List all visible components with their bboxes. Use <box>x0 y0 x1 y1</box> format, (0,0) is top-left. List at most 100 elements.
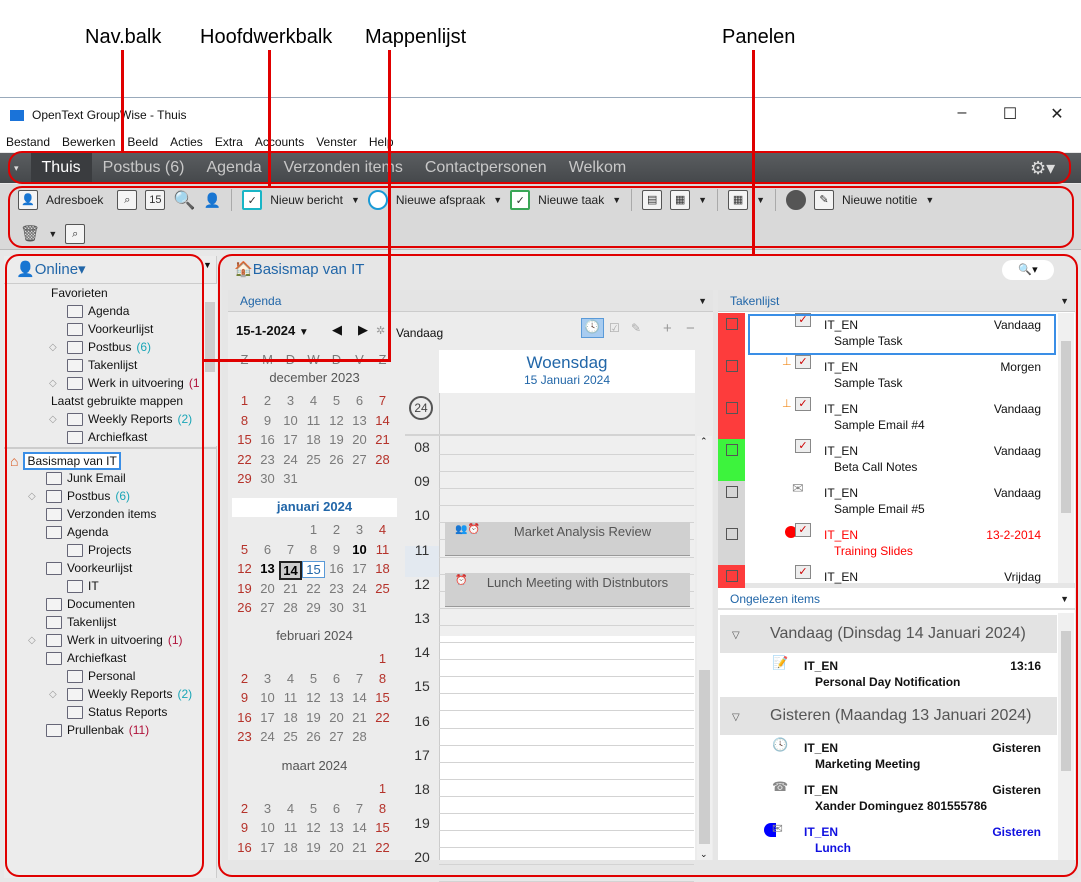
calendar-day[interactable]: 6 <box>348 393 371 408</box>
trash-icon[interactable]: 🗑 <box>20 224 40 244</box>
calendar-day[interactable]: 17 <box>256 710 279 725</box>
unread-group-header[interactable]: ▽ Vandaag (Dinsdag 14 Januari 2024) <box>720 615 1057 653</box>
calendar-day[interactable]: 5 <box>325 393 348 408</box>
menu-extra[interactable]: Extra <box>209 135 249 149</box>
calendar-event[interactable]: ⏰ Lunch Meeting with Distnbutors <box>445 573 690 607</box>
calendar-day[interactable]: 22 <box>302 581 325 596</box>
new-task-icon[interactable]: ✓ <box>510 190 531 210</box>
panel-menu-icon[interactable]: ▼ <box>698 290 707 312</box>
calendar-day[interactable]: 19 <box>325 432 348 447</box>
task-scrollbar[interactable] <box>1058 313 1074 583</box>
minimize-button[interactable]: – <box>947 104 977 122</box>
task-item[interactable]: ✓ IT_EN 13-2-2014 Training Slides <box>718 523 1058 565</box>
menu-beeld[interactable]: Beeld <box>121 135 164 149</box>
calendar-day[interactable]: 24 <box>256 729 279 744</box>
calendar-day[interactable]: 13 <box>256 561 279 576</box>
menu-accounts[interactable]: Accounts <box>249 135 310 149</box>
folder-item[interactable]: Personal <box>67 669 135 683</box>
next-day-button[interactable]: ▶ <box>358 322 368 338</box>
calendar-day[interactable]: 23 <box>233 729 256 744</box>
find-user-icon[interactable]: 👤 <box>204 192 221 209</box>
maximize-button[interactable]: ☐ <box>995 104 1025 124</box>
favorite-item[interactable]: ◇ Werk in uitvoering (1 <box>49 376 200 390</box>
calendar-day[interactable]: 6 <box>325 671 348 686</box>
calendar-day[interactable]: 16 <box>325 561 348 576</box>
calendar-day[interactable]: 4 <box>279 671 302 686</box>
notes-filter-icon[interactable]: ✎ <box>631 321 641 335</box>
panel-menu-icon[interactable]: ▼ <box>1060 290 1069 312</box>
recent-folders-header[interactable]: Laatst gebruikte mappen <box>30 394 183 408</box>
recent-item[interactable]: ◇ Weekly Reports (2) <box>49 412 192 426</box>
calendar-day[interactable]: 15 <box>371 690 394 705</box>
calendar-day[interactable]: 26 <box>233 600 256 615</box>
calendar-day[interactable]: 11 <box>279 820 302 835</box>
calendar-day[interactable]: 8 <box>371 671 394 686</box>
calendar-day[interactable]: 12 <box>302 820 325 835</box>
calendar-day[interactable]: 22 <box>371 840 394 855</box>
calendar-day[interactable]: 5 <box>302 671 325 686</box>
calendar-day[interactable]: 4 <box>302 393 325 408</box>
chevron-down-icon[interactable]: ▼ <box>756 195 765 205</box>
calendar-day[interactable]: 5 <box>233 542 256 557</box>
task-item[interactable]: ⊥ ✓ IT_EN Vandaag Sample Email #4 <box>718 397 1058 439</box>
folder-item[interactable]: Status Reports <box>67 705 167 719</box>
today-button[interactable]: Vandaag <box>396 326 443 340</box>
calendar-day[interactable]: 26 <box>302 729 325 744</box>
calendar-day[interactable]: 15 <box>233 432 256 447</box>
calendar-day[interactable]: 28 <box>348 729 371 744</box>
chevron-down-icon[interactable]: ▼ <box>925 195 934 205</box>
task-checkbox[interactable] <box>726 360 738 372</box>
today-icon[interactable]: ✲ <box>376 324 385 337</box>
calendar-day[interactable]: 5 <box>302 801 325 816</box>
favorite-item[interactable]: ◇ Postbus (6) <box>49 340 151 354</box>
task-item[interactable]: ✓ IT_EN Vandaag Sample Task <box>718 313 1058 355</box>
calendar-day[interactable]: 14 <box>348 820 371 835</box>
folder-item[interactable]: Voorkeurlijst <box>46 561 132 575</box>
panel-menu-icon[interactable]: ▼ <box>1060 588 1069 610</box>
calendar-day[interactable]: 17 <box>348 561 371 576</box>
calendar-day[interactable]: 20 <box>325 710 348 725</box>
previous-day-button[interactable]: ◀ <box>332 322 342 338</box>
address-book-icon[interactable]: 👤 <box>18 190 38 210</box>
calendar-day[interactable]: 3 <box>256 671 279 686</box>
calendar-day[interactable]: 19 <box>302 840 325 855</box>
collapse-icon[interactable]: ▽ <box>732 617 740 655</box>
calendar-day[interactable]: 9 <box>233 690 256 705</box>
calendar-day[interactable]: 16 <box>256 432 279 447</box>
calendar-day[interactable]: 1 <box>233 393 256 408</box>
nav-tab-1[interactable]: Postbus (6) <box>92 153 196 183</box>
calendar-day[interactable]: 27 <box>348 452 371 467</box>
menu-venster[interactable]: Venster <box>310 135 363 149</box>
calendar-day[interactable]: 10 <box>348 542 371 557</box>
calendar-day[interactable]: 23 <box>256 452 279 467</box>
settings-gear-icon[interactable]: ⚙▾ <box>1030 158 1055 179</box>
preview-pane-icon[interactable]: ▤ <box>642 190 663 210</box>
task-checkbox[interactable] <box>726 318 738 330</box>
folder-item[interactable]: ◇ Werk in uitvoering (1) <box>28 633 183 647</box>
calendar-day[interactable]: 8 <box>371 801 394 816</box>
calendar-day[interactable]: 25 <box>371 581 394 596</box>
calendar-day[interactable]: 9 <box>256 413 279 428</box>
calendar-day[interactable]: 22 <box>233 452 256 467</box>
folder-list-menu[interactable]: ▼ <box>203 260 212 270</box>
unread-item[interactable]: 📝 IT_EN 13:16 Personal Day Notification <box>720 655 1057 697</box>
calendar-day[interactable]: 18 <box>279 710 302 725</box>
task-checkbox[interactable] <box>726 402 738 414</box>
calendar-day[interactable]: 10 <box>256 820 279 835</box>
unread-scrollbar[interactable] <box>1058 613 1074 860</box>
favorites-scrollbar[interactable] <box>203 284 217 446</box>
task-checkbox[interactable] <box>726 486 738 498</box>
folder-item[interactable]: Prullenbak (11) <box>46 723 149 737</box>
calendar-day[interactable]: 27 <box>325 729 348 744</box>
zoom-out-button[interactable]: − <box>686 320 695 337</box>
calendar-day[interactable]: 7 <box>348 671 371 686</box>
calendar-day[interactable]: 4 <box>371 522 394 537</box>
new-appointment-icon[interactable] <box>367 190 388 210</box>
nav-tab-5[interactable]: Welkom <box>558 153 638 183</box>
calendar-day[interactable]: 2 <box>325 522 348 537</box>
calendar-day[interactable]: 24 <box>279 452 302 467</box>
calendar-day[interactable]: 18 <box>279 840 302 855</box>
collapse-icon[interactable]: ▽ <box>732 699 740 737</box>
calendar-day[interactable]: 23 <box>325 581 348 596</box>
chevron-down-icon[interactable]: ▼ <box>48 229 57 239</box>
